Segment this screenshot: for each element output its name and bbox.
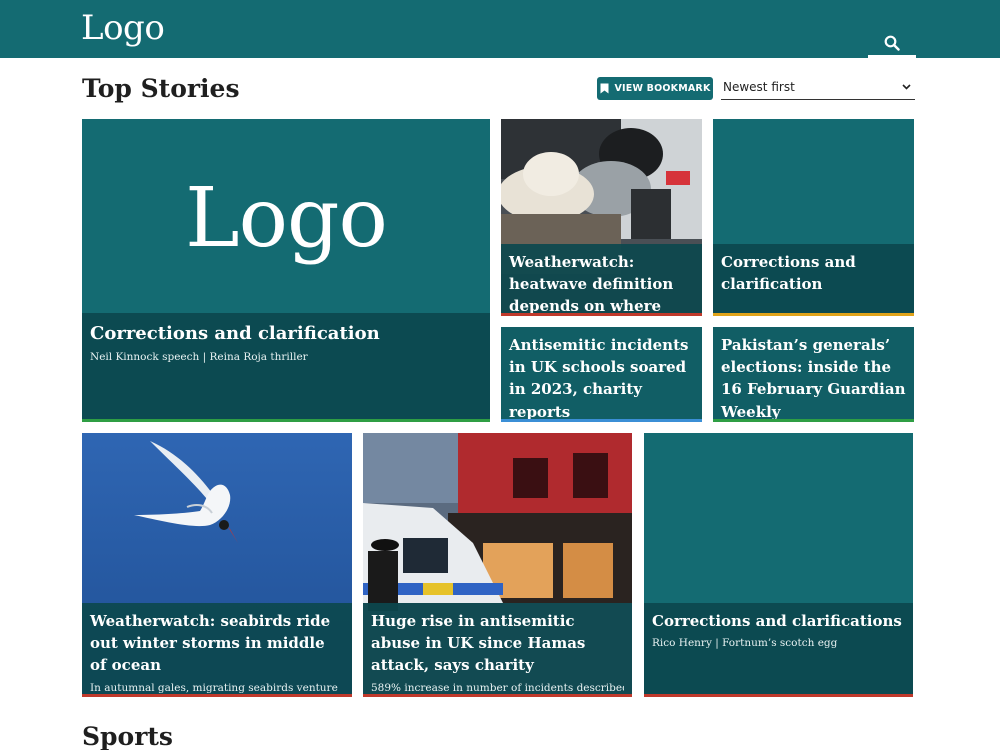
card-overlay: Corrections and clarifications Rico Henr… bbox=[644, 603, 913, 697]
card-headline[interactable]: Huge rise in antisemitic abuse in UK sin… bbox=[371, 610, 624, 677]
sort-dropdown[interactable]: Newest first bbox=[721, 76, 915, 100]
card-overlay: Corrections and clarification bbox=[713, 244, 914, 316]
story-card-antisemitic-abuse[interactable]: Huge rise in antisemitic abuse in UK sin… bbox=[363, 433, 632, 697]
card-overlay: Corrections and clarification Neil Kinno… bbox=[82, 313, 490, 422]
view-bookmark-label: VIEW BOOKMARK bbox=[614, 83, 711, 94]
bookmark-icon bbox=[600, 83, 608, 94]
card-accent-stripe bbox=[501, 419, 702, 422]
search-button[interactable] bbox=[868, 30, 916, 58]
story-card-antisemitic-schools[interactable]: Antisemitic incidents in UK schools soar… bbox=[501, 327, 702, 422]
card-accent-stripe bbox=[644, 694, 913, 697]
story-card-corrections-small[interactable]: Corrections and clarification bbox=[713, 119, 914, 316]
card-subtitle: Neil Kinnock speech | Reina Roja thrille… bbox=[90, 351, 308, 364]
site-logo[interactable]: Logo bbox=[81, 8, 165, 48]
card-overlay: Antisemitic incidents in UK schools soar… bbox=[501, 327, 702, 422]
section-title-top-stories: Top Stories bbox=[82, 74, 240, 103]
card-headline[interactable]: Corrections and clarification bbox=[90, 321, 482, 346]
card-accent-stripe bbox=[501, 313, 702, 316]
sort-selected-value: Newest first bbox=[723, 79, 795, 94]
story-card-pakistan-elections[interactable]: Pakistan’s generals’ elections: inside t… bbox=[713, 327, 914, 422]
card-subtitle: Rico Henry | Fortnum’s scotch egg bbox=[652, 637, 838, 650]
chevron-down-icon bbox=[902, 83, 911, 90]
card-overlay: Pakistan’s generals’ elections: inside t… bbox=[713, 327, 914, 422]
card-logo: Logo bbox=[185, 171, 388, 266]
card-overlay: Weatherwatch: heatwave definition depend… bbox=[501, 244, 702, 316]
view-bookmark-button[interactable]: VIEW BOOKMARK bbox=[597, 77, 713, 100]
card-accent-stripe bbox=[82, 694, 352, 697]
card-accent-stripe bbox=[363, 694, 632, 697]
search-icon bbox=[884, 35, 900, 51]
card-overlay: Huge rise in antisemitic abuse in UK sin… bbox=[363, 603, 632, 697]
card-accent-stripe bbox=[713, 419, 914, 422]
story-card-featured[interactable]: Logo Corrections and clarification Neil … bbox=[82, 119, 490, 422]
section-title-sports: Sports bbox=[82, 722, 174, 750]
card-headline[interactable]: Weatherwatch: heatwave definition depend… bbox=[509, 251, 694, 316]
card-overlay: Weatherwatch: seabirds ride out winter s… bbox=[82, 603, 352, 697]
story-card-corrections-wide[interactable]: Corrections and clarifications Rico Henr… bbox=[644, 433, 913, 697]
story-card-seabirds[interactable]: Weatherwatch: seabirds ride out winter s… bbox=[82, 433, 352, 697]
card-headline[interactable]: Pakistan’s generals’ elections: inside t… bbox=[721, 334, 906, 422]
card-headline[interactable]: Corrections and clarification bbox=[721, 251, 906, 295]
card-headline[interactable]: Antisemitic incidents in UK schools soar… bbox=[509, 334, 694, 422]
card-headline[interactable]: Weatherwatch: seabirds ride out winter s… bbox=[90, 610, 344, 677]
card-accent-stripe bbox=[713, 313, 914, 316]
card-headline[interactable]: Corrections and clarifications bbox=[652, 610, 905, 632]
site-header: Logo bbox=[0, 0, 1000, 58]
card-accent-stripe bbox=[82, 419, 490, 422]
story-card-heatwave[interactable]: Weatherwatch: heatwave definition depend… bbox=[501, 119, 702, 316]
